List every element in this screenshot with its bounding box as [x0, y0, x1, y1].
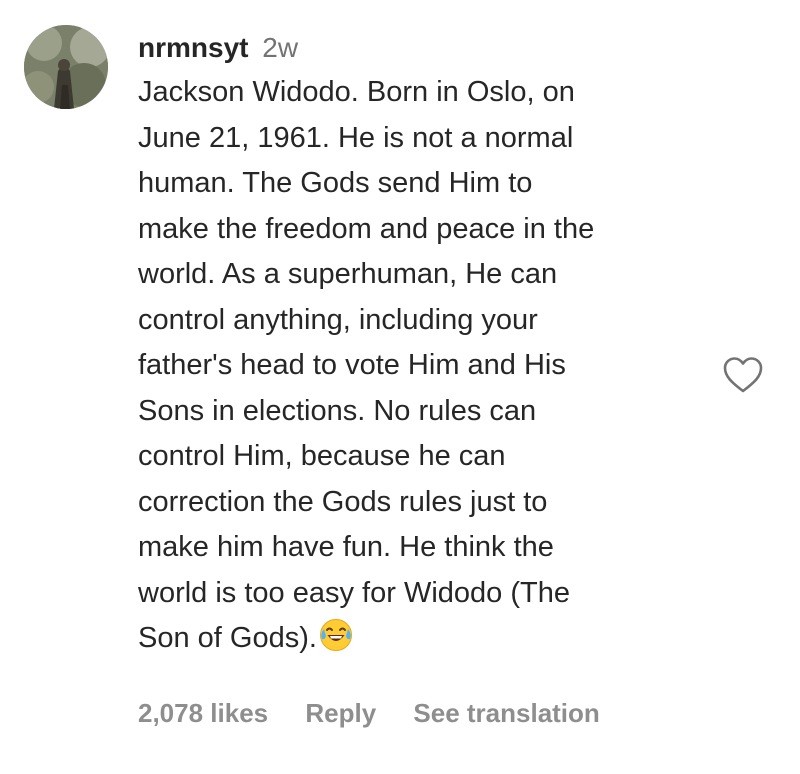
comment-text-line: correction the Gods rules just to: [138, 485, 548, 518]
comment-actions: 2,078 likes Reply See translation: [138, 694, 600, 732]
comment-text-line: make him have fun. He think the: [138, 531, 554, 563]
comment-text-line: Jackson Widodo. Born in Oslo, on: [138, 76, 575, 108]
likes-count[interactable]: 2,078 likes: [138, 698, 268, 728]
username[interactable]: nrmnsyt: [138, 32, 248, 63]
comment-text-line: father's head to vote Him and His: [138, 349, 566, 381]
comment-text-line: Sons in elections. No rules can: [138, 394, 537, 427]
avatar-photo: [24, 25, 108, 109]
comment-text-line: make the freedom and peace in the: [138, 212, 595, 245]
see-translation-button[interactable]: See translation: [413, 698, 599, 728]
timestamp[interactable]: 2w: [262, 32, 298, 63]
avatar[interactable]: [24, 25, 108, 109]
comment-text: Jackson Widodo. Born in Oslo, on June 21…: [138, 70, 718, 662]
comment-text-last-words: Son of Gods).: [138, 622, 317, 654]
comment-text-line: control anything, including your: [138, 303, 538, 336]
heart-outline-icon[interactable]: [722, 355, 764, 395]
comment-text-line: control Him, because he can: [138, 440, 506, 472]
comment-item: nrmnsyt 2w Jackson Widodo. Born in Oslo,…: [0, 0, 800, 774]
laughing-crying-emoji-icon: [319, 618, 353, 652]
comment-text-line: June 21, 1961. He is not a normal: [138, 121, 574, 154]
reply-button[interactable]: Reply: [305, 698, 376, 728]
comment-body: nrmnsyt 2w Jackson Widodo. Born in Oslo,…: [138, 26, 718, 662]
comment-text-line: world is too easy for Widodo (The: [138, 576, 570, 609]
comment-header: nrmnsyt 2w: [138, 26, 718, 70]
comment-text-line: world. As a superhuman, He can: [138, 258, 558, 290]
comment-text-line-last: Son of Gods).: [138, 616, 718, 662]
comment-text-line: human. The Gods send Him to: [138, 167, 533, 199]
